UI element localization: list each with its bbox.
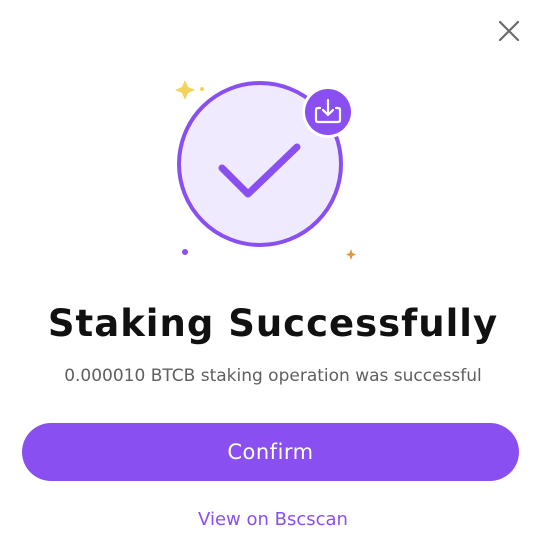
confirm-button[interactable]: Confirm [22, 423, 519, 481]
sparkle-dot [200, 87, 204, 91]
sparkle-icon [175, 80, 195, 100]
download-badge [302, 86, 354, 138]
dialog-title: Staking Successfully [47, 302, 499, 345]
dialog-message: 0.000010 BTCB staking operation was succ… [64, 366, 482, 386]
success-illustration [175, 80, 356, 260]
staking-success-dialog: Staking Successfully 0.000010 BTCB staki… [0, 0, 546, 560]
decoration-dot [182, 249, 188, 255]
confirm-button-label: Confirm [227, 440, 314, 464]
sparkle-icon [346, 249, 356, 260]
view-on-bscscan-link[interactable]: View on Bscscan [0, 506, 546, 534]
